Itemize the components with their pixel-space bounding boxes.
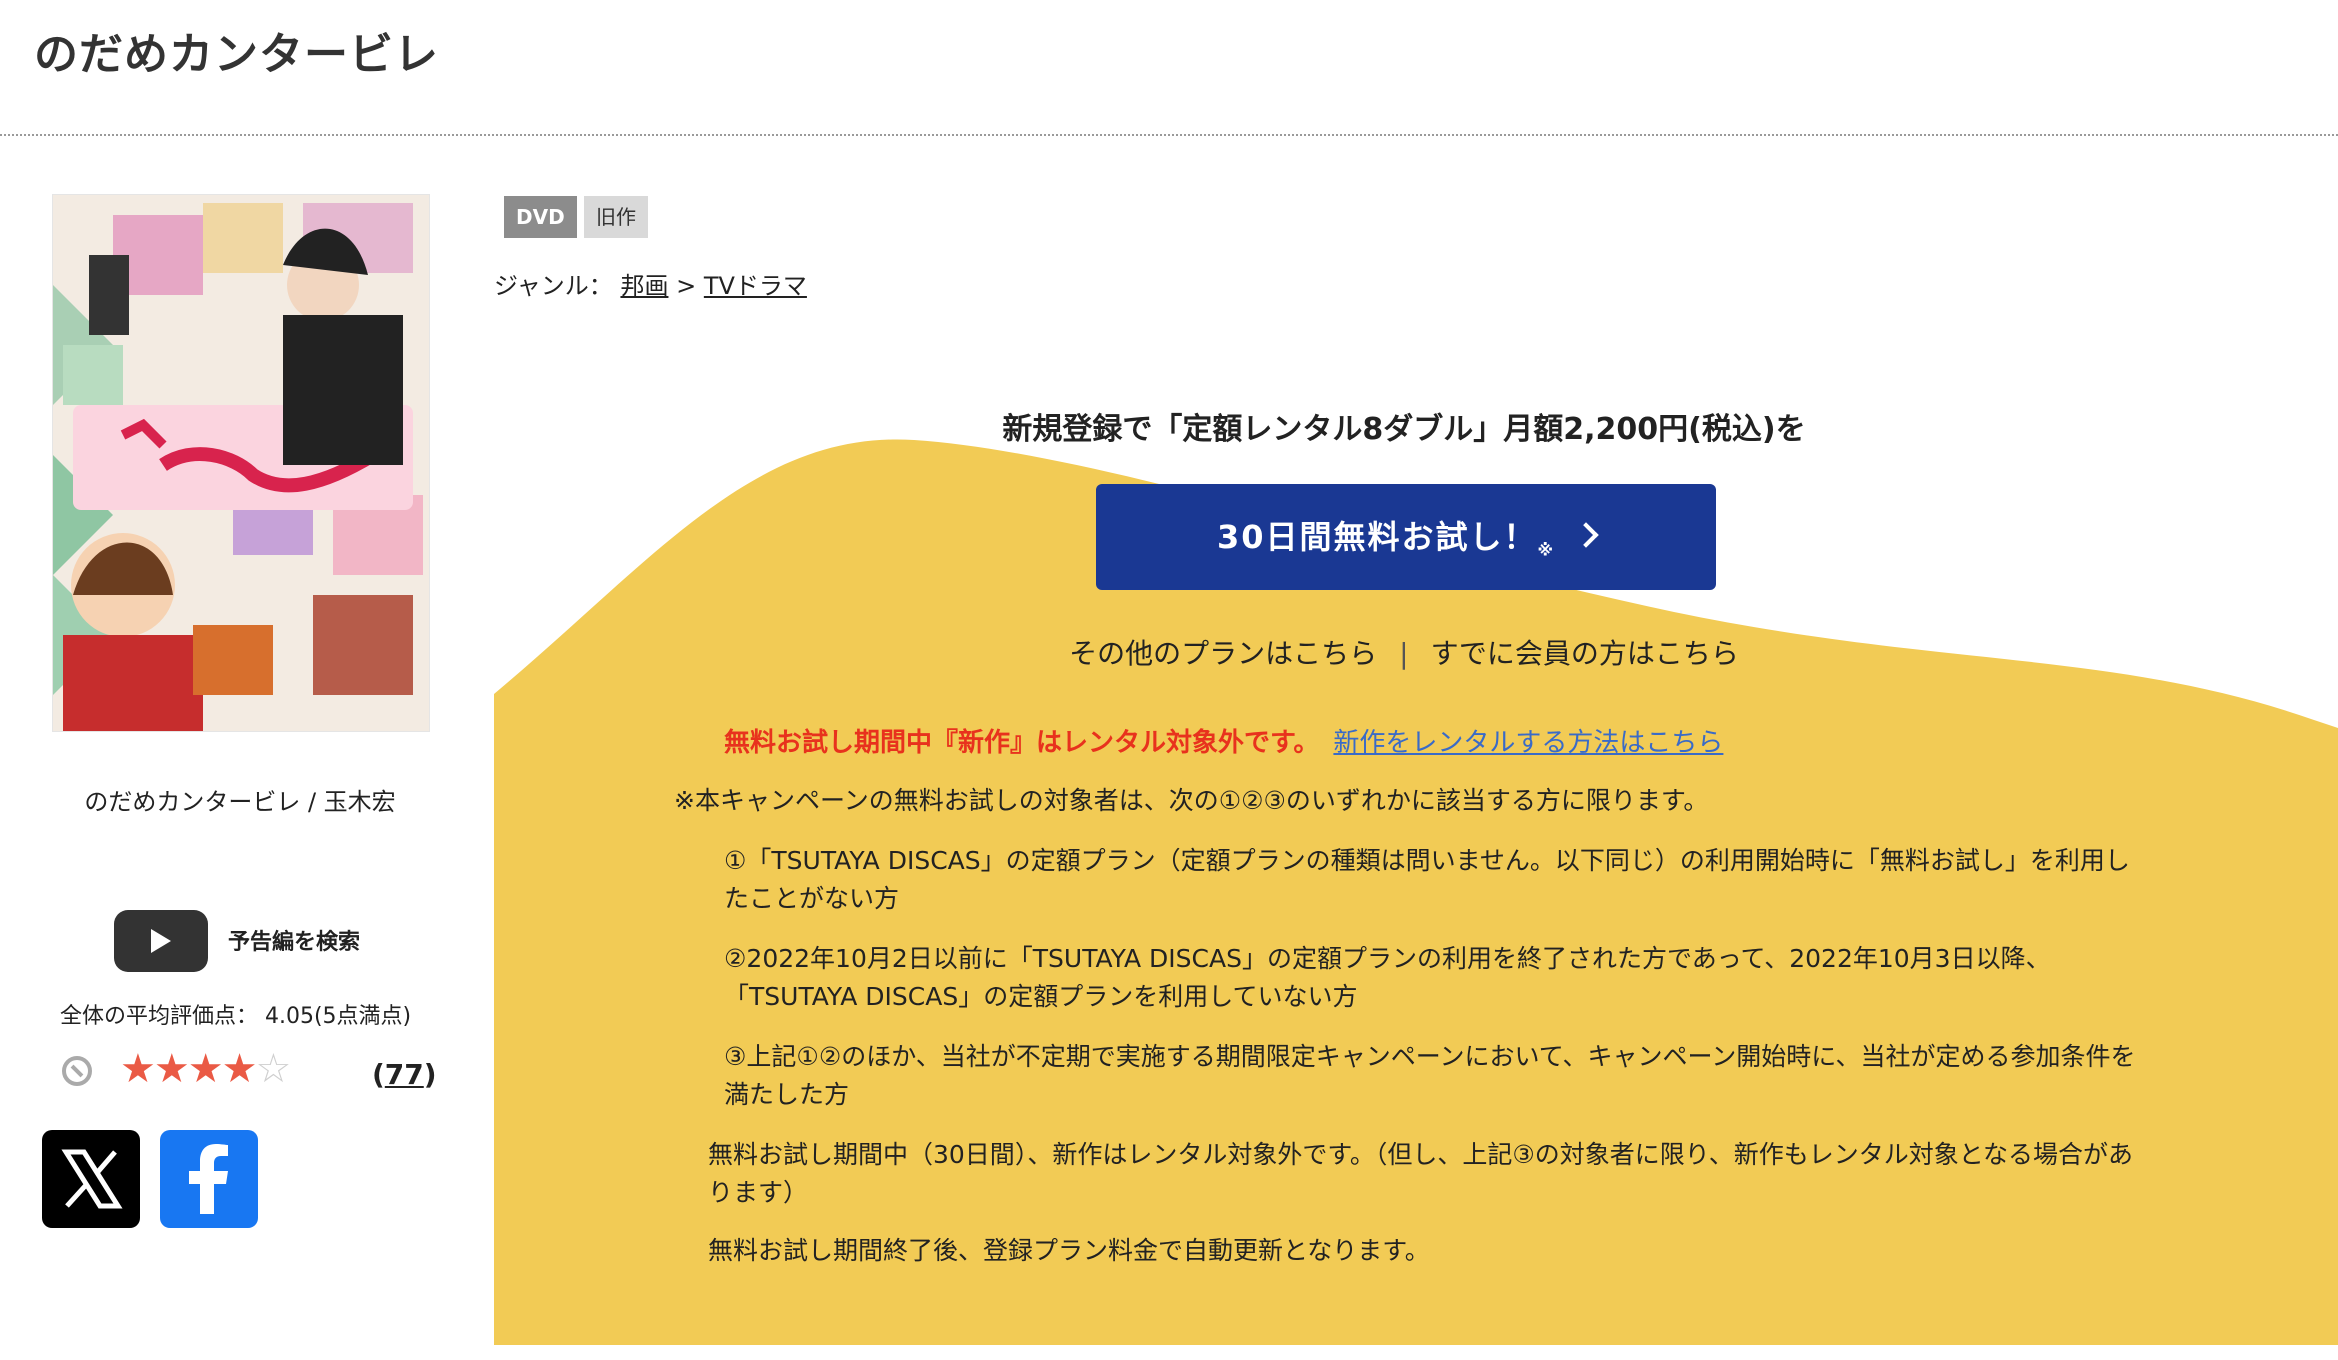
empty-star: ☆ (255, 1046, 291, 1092)
facebook-logo-icon (189, 1144, 228, 1214)
chevron-right-icon (1573, 522, 1599, 548)
trailer-search-label[interactable]: 予告編を検索 (228, 924, 360, 956)
format-badge-dvd: DVD (504, 196, 577, 238)
dvd-cover-image[interactable] (52, 194, 430, 732)
share-facebook-button[interactable] (160, 1130, 258, 1228)
share-x-button[interactable] (42, 1130, 140, 1228)
genre-link-tv-drama[interactable]: TVドラマ (704, 272, 807, 300)
condition-2: ②2022年10月2日以前に「TSUTAYA DISCAS」の定額プランの利用を… (724, 944, 2051, 1011)
member-login-link[interactable]: すでに会員の方はこちら (1431, 637, 1739, 670)
review-count-link[interactable]: 77 (385, 1058, 424, 1091)
promo-headline: 新規登録で「定額レンタル8ダブル」月額2,200円(税込)を (1002, 412, 1806, 447)
new-release-warning: 無料お試し期間中『新作』はレンタル対象外です。 新作をレンタルする方法はこちら (724, 728, 1724, 758)
trial-period-note: 無料お試し期間中（30日間）、新作はレンタル対象外です。（但し、上記③の対象者に… (708, 1140, 2133, 1207)
new-release-rental-link[interactable]: 新作をレンタルする方法はこちら (1333, 728, 1723, 758)
other-plans-link[interactable]: その他のプランはこちら (1069, 637, 1377, 670)
star-rating[interactable]: ★★★★☆ (120, 1046, 291, 1092)
release-badge-old: 旧作 (584, 196, 648, 238)
average-rating-text: 全体の平均評価点： 4.05(5点満点) (60, 1004, 412, 1029)
genre-breadcrumb: ジャンル： 邦画 > TVドラマ (494, 272, 807, 300)
filled-stars: ★★★★ (120, 1046, 257, 1092)
x-logo-icon (61, 1149, 123, 1209)
page-title: のだめカンタービレ (34, 29, 439, 80)
plan-links: その他のプランはこちら | すでに会員の方はこちら (1069, 637, 1739, 670)
condition-3: ③上記①②のほか、当社が不定期で実施する期間限定キャンペーンにおいて、キャンペー… (724, 1042, 2136, 1109)
genre-link-hougaku[interactable]: 邦画 (620, 272, 668, 300)
product-name-label: のだめカンタービレ / 玉木宏 (84, 788, 396, 816)
condition-1: ①「TSUTAYA DISCAS」の定額プラン（定額プランの種類は問いません。以… (724, 846, 2130, 913)
free-trial-button[interactable]: 30日間無料お試し！※ (1096, 484, 1716, 590)
campaign-eligibility-intro: ※本キャンペーンの無料お試しの対象者は、次の①②③のいずれかに該当する方に限りま… (674, 786, 1709, 815)
trailer-play-button[interactable] (114, 910, 208, 972)
auto-renew-note: 無料お試し期間終了後、登録プラン料金で自動更新となります。 (708, 1236, 1430, 1265)
not-interested-icon[interactable] (62, 1056, 92, 1086)
play-icon (151, 929, 171, 953)
review-count: (77) (372, 1058, 437, 1091)
